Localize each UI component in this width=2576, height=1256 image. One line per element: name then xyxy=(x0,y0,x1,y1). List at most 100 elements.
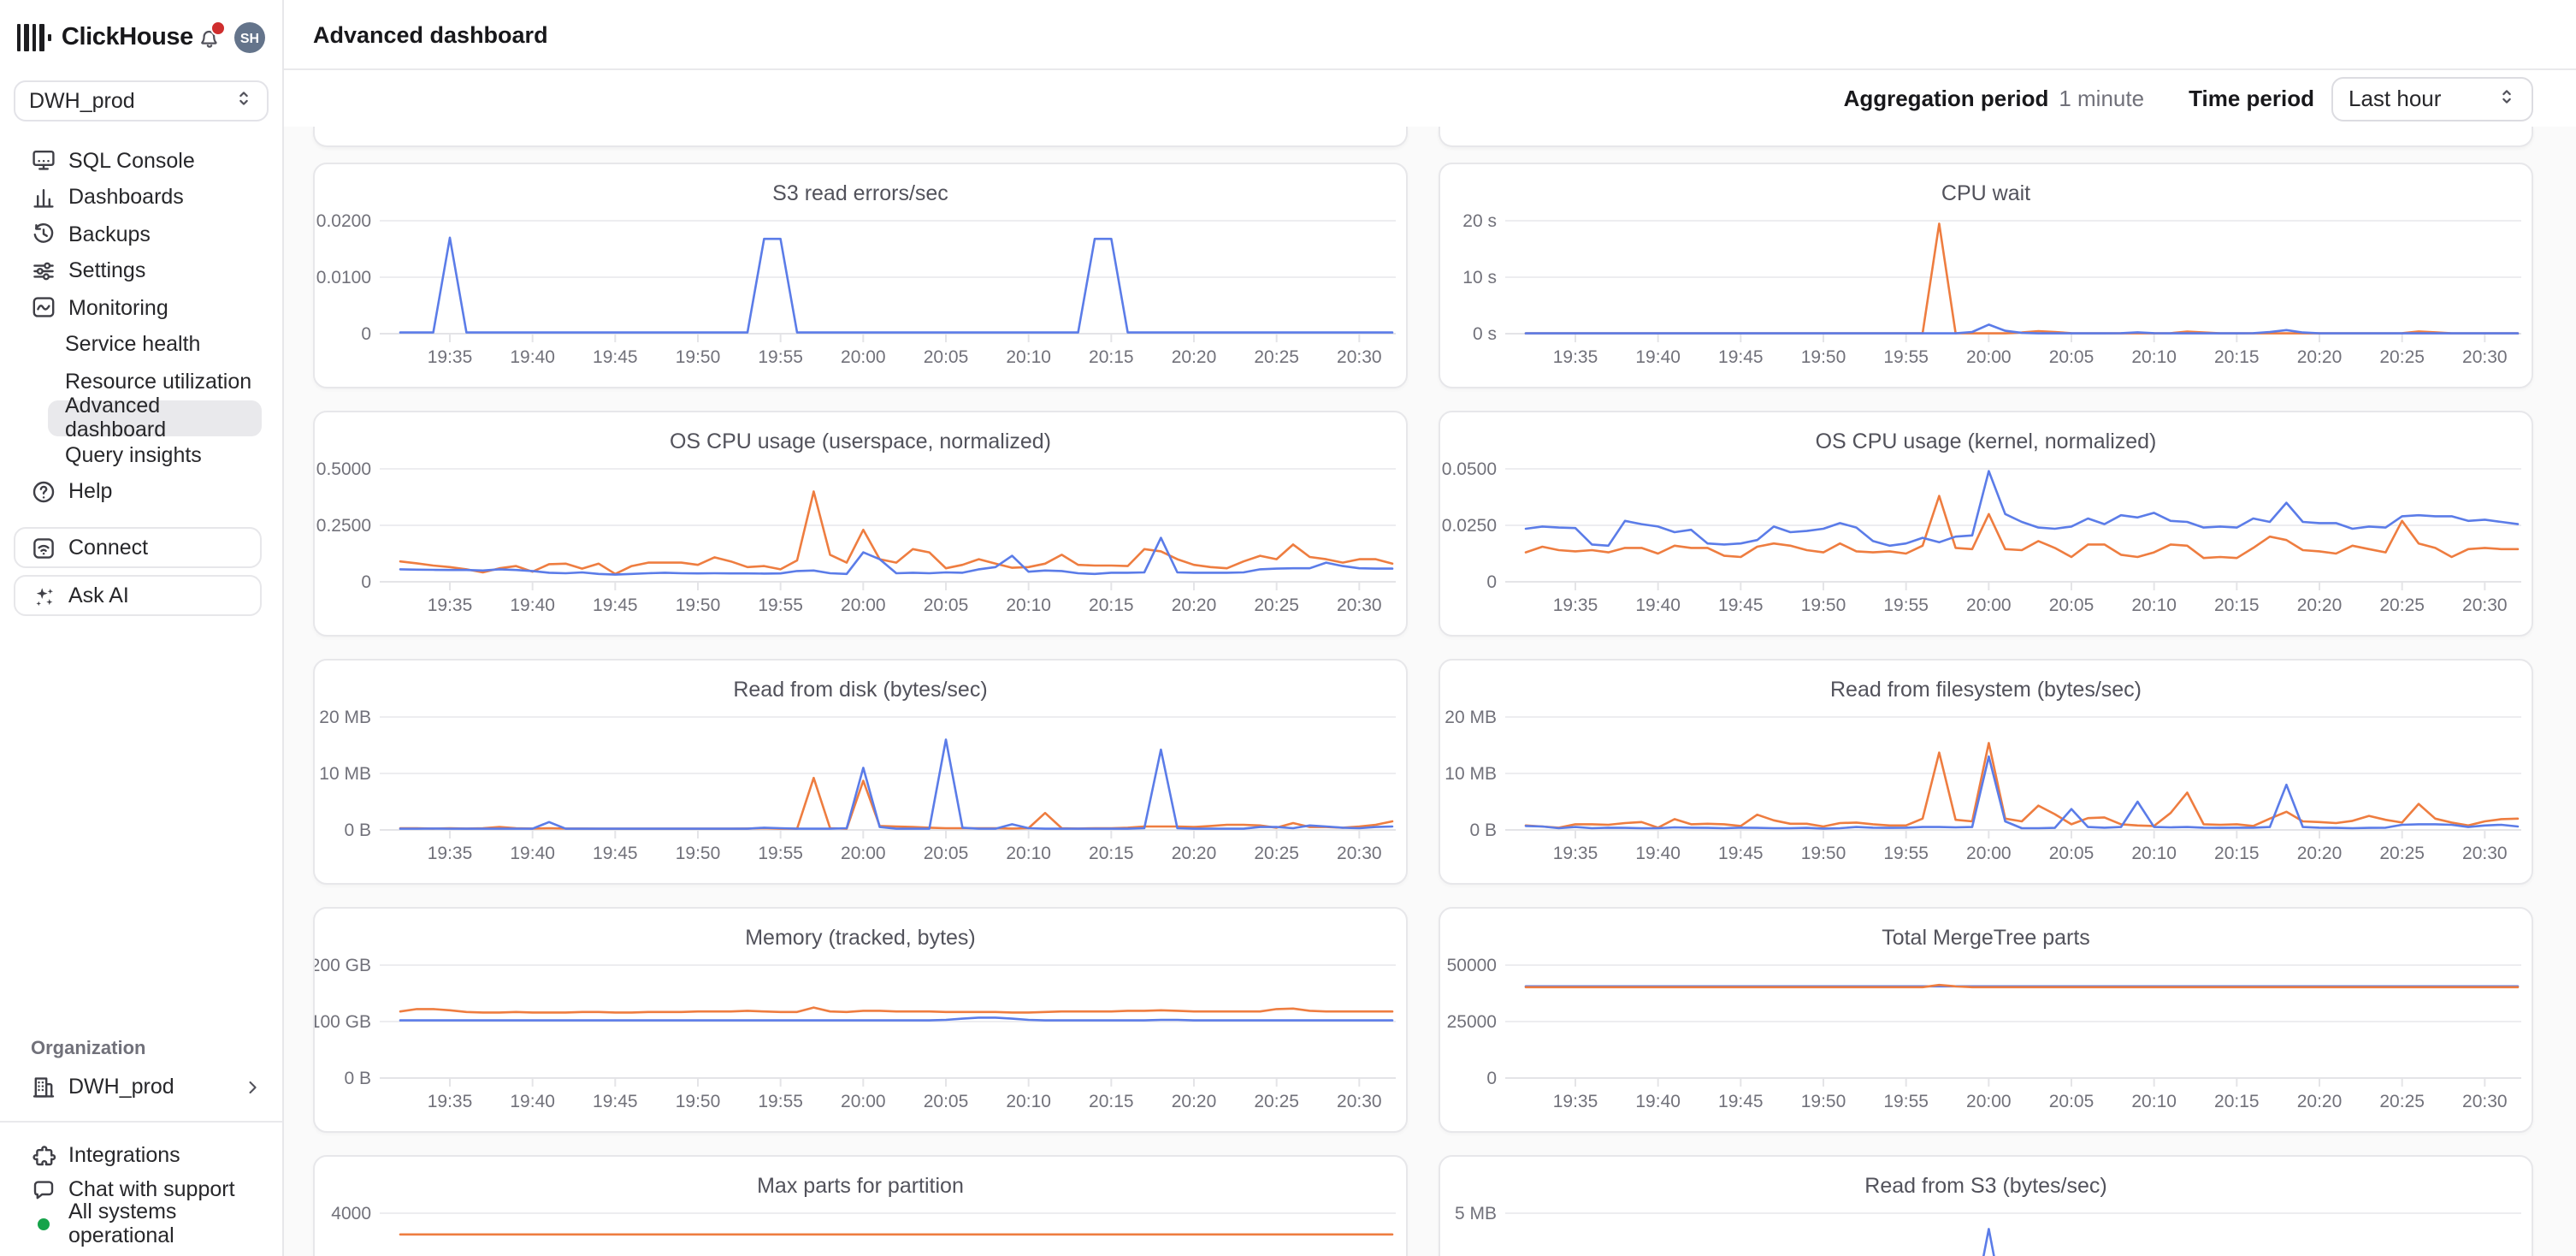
sidebar-item-help[interactable]: Help xyxy=(14,473,262,510)
sparkles-icon xyxy=(31,583,56,608)
sidebar-item-monitoring[interactable]: Monitoring xyxy=(14,289,262,326)
y-axis-tick-label: 0.2500 xyxy=(316,516,371,536)
notifications-bell-icon[interactable] xyxy=(197,25,222,50)
monitoring-icon xyxy=(31,295,56,321)
x-axis-tick-label: 20:15 xyxy=(1089,347,1134,367)
x-axis-tick-label: 20:10 xyxy=(2131,347,2177,367)
x-axis-tick-label: 19:45 xyxy=(1718,844,1764,863)
x-axis-tick-label: 19:45 xyxy=(593,844,638,863)
system-status-item[interactable]: All systems operational xyxy=(0,1206,282,1241)
series-line-blue xyxy=(400,538,1392,575)
clickhouse-logo-icon[interactable] xyxy=(17,24,51,51)
ask-ai-label: Ask AI xyxy=(68,584,129,607)
sidebar-item-dashboards[interactable]: Dashboards xyxy=(14,179,262,216)
sidebar-footer: Integrations Chat with support All syste… xyxy=(0,1138,282,1256)
x-axis-tick-label: 20:10 xyxy=(1006,347,1051,367)
chart-card[interactable]: Max parts for partition40002000019:3519:… xyxy=(313,1155,1408,1256)
y-axis-tick-label: 0 xyxy=(1486,572,1497,592)
y-axis-tick-label: 25000 xyxy=(1447,1012,1497,1032)
x-axis-tick-label: 19:50 xyxy=(1801,1092,1846,1111)
x-axis-tick-label: 20:25 xyxy=(1254,595,1299,615)
sidebar-item-settings[interactable]: Settings xyxy=(14,252,262,289)
y-axis-tick-label: 0 B xyxy=(344,1069,371,1088)
x-axis-tick-label: 19:40 xyxy=(510,595,555,615)
chart-title: Read from S3 (bytes/sec) xyxy=(1864,1174,2106,1198)
notification-dot xyxy=(210,20,226,35)
sidebar-item-advanced-dashboard[interactable]: Advanced dashboard xyxy=(48,400,262,436)
page-title: Advanced dashboard xyxy=(313,21,548,47)
y-axis-tick-label: 4000 xyxy=(331,1204,371,1223)
chart-card[interactable]: Total MergeTree parts5000025000019:3519:… xyxy=(1439,907,2533,1133)
organization-name: DWH_prod xyxy=(68,1075,174,1099)
dashboards-icon xyxy=(31,185,56,210)
y-axis-tick-label: 200 GB xyxy=(315,956,371,975)
chevron-updown-icon xyxy=(2497,85,2516,112)
x-axis-tick-label: 20:25 xyxy=(2379,1092,2425,1111)
sidebar-item-label: Settings xyxy=(68,259,145,283)
integrations-item[interactable]: Integrations xyxy=(0,1138,282,1172)
x-axis-tick-label: 20:30 xyxy=(1337,1092,1382,1111)
sidebar-item-sql-console[interactable]: SQL Console xyxy=(14,142,262,179)
x-axis-tick-label: 20:20 xyxy=(2297,1092,2343,1111)
chart-card[interactable]: Read from filesystem (bytes/sec)20 MB10 … xyxy=(1439,659,2533,885)
y-axis-tick-label: 5 MB xyxy=(1455,1204,1497,1223)
chart-card[interactable]: OS CPU usage (userspace, normalized) 0.50… xyxy=(313,411,1408,637)
footer-item-label: Integrations xyxy=(68,1143,180,1167)
x-axis-tick-label: 19:45 xyxy=(593,595,638,615)
x-axis-tick-label: 19:55 xyxy=(1883,844,1929,863)
logo-row: ClickHouse SH xyxy=(0,0,282,58)
chart-card[interactable]: Read from S3 (bytes/sec)5 MB2.5 MB0 B19:… xyxy=(1439,1155,2533,1256)
series-line-orange xyxy=(1526,223,2518,333)
sidebar-item-backups[interactable]: Backups xyxy=(14,216,262,252)
x-axis-tick-label: 20:20 xyxy=(1172,844,1217,863)
x-axis-tick-label: 19:45 xyxy=(1718,347,1764,367)
chart-card[interactable]: Read from disk (bytes/sec)20 MB10 MB0 B1… xyxy=(313,659,1408,885)
service-selector[interactable]: DWH_prod xyxy=(14,80,269,121)
x-axis-tick-label: 20:30 xyxy=(1337,347,1382,367)
chart-title: Max parts for partition xyxy=(757,1174,964,1198)
chart-card[interactable]: S3 read errors/sec0.02000.0100019:3519:4… xyxy=(313,163,1408,388)
sidebar-actions: Connect Ask AI xyxy=(0,527,282,623)
y-axis-tick-label: 0 xyxy=(361,572,371,592)
chart-card[interactable]: CPU wait20 s10 s0 s19:3519:4019:4519:501… xyxy=(1439,163,2533,388)
organization-item[interactable]: DWH_prod xyxy=(0,1068,282,1105)
chart-card[interactable]: OS CPU usage (kernel, normalized)0.05000… xyxy=(1439,411,2533,637)
x-axis-tick-label: 20:05 xyxy=(924,595,969,615)
sidebar-item-label: Dashboards xyxy=(68,186,184,210)
app-name: ClickHouse xyxy=(62,24,193,51)
x-axis-tick-label: 20:25 xyxy=(1254,844,1299,863)
x-axis-tick-label: 19:45 xyxy=(593,347,638,367)
sidebar-item-service-health[interactable]: Service health xyxy=(48,326,262,363)
chat-bubble-icon xyxy=(31,1176,56,1202)
x-axis-tick-label: 20:05 xyxy=(924,1092,969,1111)
time-period-select[interactable]: Last hour xyxy=(2331,76,2533,121)
ask-ai-button[interactable]: Ask AI xyxy=(14,575,262,616)
building-icon xyxy=(31,1074,56,1099)
y-axis-tick-label: 0.5000 xyxy=(316,459,371,479)
x-axis-tick-label: 20:15 xyxy=(1089,844,1134,863)
y-axis-tick-label: 0 B xyxy=(1469,821,1497,840)
chart-title: Total MergeTree parts xyxy=(1882,926,2090,950)
avatar[interactable]: SH xyxy=(234,22,265,53)
sidebar-divider xyxy=(0,1121,282,1123)
sidebar-item-label: Monitoring xyxy=(68,296,168,320)
x-axis-tick-label: 20:20 xyxy=(1172,347,1217,367)
chart-card[interactable]: Memory (tracked, bytes)200 GB100 GB0 B19… xyxy=(313,907,1408,1133)
connect-icon xyxy=(31,535,56,560)
series-line-orange xyxy=(1526,743,2518,827)
chart-title: OS CPU usage (userspace, normalized) xyxy=(670,430,1051,453)
chevron-updown-icon xyxy=(234,87,253,115)
connect-button[interactable]: Connect xyxy=(14,527,262,568)
x-axis-tick-label: 20:15 xyxy=(2214,347,2260,367)
y-axis-tick-label: 10 s xyxy=(1462,268,1497,287)
x-axis-tick-label: 19:40 xyxy=(1635,844,1681,863)
dashboard-body: S3 read errors/sec0.02000.0100019:3519:4… xyxy=(284,127,2576,1256)
x-axis-tick-label: 19:50 xyxy=(676,595,721,615)
x-axis-tick-label: 19:35 xyxy=(1553,844,1598,863)
x-axis-tick-label: 20:05 xyxy=(2049,1092,2094,1111)
series-line-blue xyxy=(400,238,1392,333)
x-axis-tick-label: 20:15 xyxy=(2214,1092,2260,1111)
x-axis-tick-label: 20:05 xyxy=(2049,347,2094,367)
x-axis-tick-label: 19:50 xyxy=(676,1092,721,1111)
y-axis-tick-label: 10 MB xyxy=(319,764,371,784)
